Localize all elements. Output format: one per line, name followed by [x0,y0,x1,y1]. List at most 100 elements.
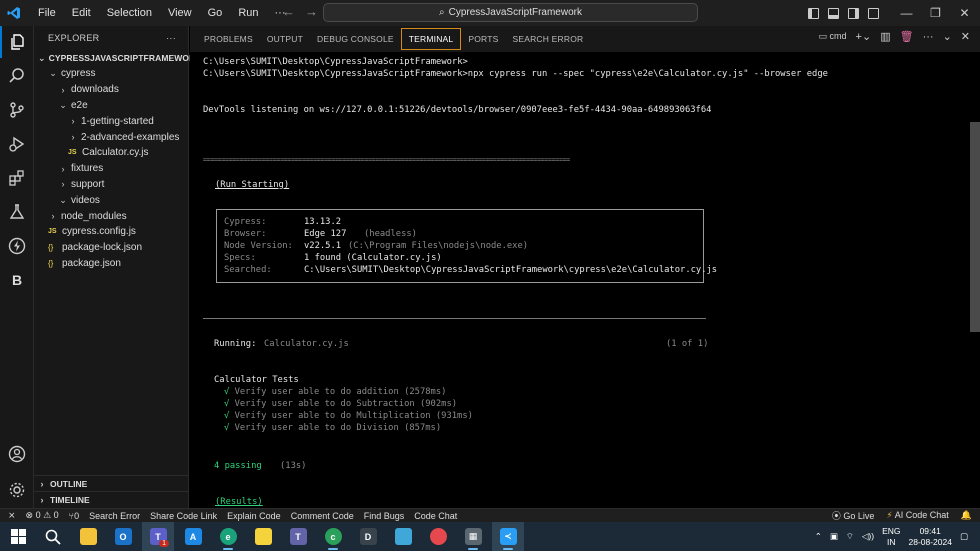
customize-layout-icon[interactable] [868,7,879,19]
chevron-up-icon[interactable]: ⌃ [815,531,822,542]
folder-item[interactable]: › 1-getting-started [34,113,189,129]
source-control-icon[interactable] [0,94,34,126]
menu-run[interactable]: Run [230,7,266,19]
postman-icon[interactable] [422,522,454,551]
teams-icon[interactable]: T1 [142,522,174,551]
minimize-icon[interactable]: — [892,6,921,20]
file-item[interactable]: JS Calculator.cy.js [34,145,189,161]
tab-debug-console[interactable]: DEBUG CONSOLE [310,28,401,50]
toggle-sidebar-icon[interactable] [808,7,819,19]
notification-center-icon[interactable]: ▢ [960,531,968,542]
problems-status[interactable]: ⊗ 0 ⚠ 0 [21,510,64,521]
folder-item[interactable]: ⌄ e2e [34,97,189,113]
status-code-chat[interactable]: Code Chat [409,511,462,521]
testing-icon[interactable] [0,196,34,228]
terminal-output[interactable]: C:\Users\SUMIT\Desktop\CypressJavaScript… [190,52,970,508]
status-share-code-link[interactable]: Share Code Link [145,511,222,521]
folder-item[interactable]: › downloads [34,82,189,98]
timeline-section[interactable]: › TIMELINE [34,491,189,507]
menu-edit[interactable]: Edit [64,7,99,19]
folder-item[interactable]: › node_modules [34,208,189,224]
extensions-icon[interactable] [0,162,34,194]
vscode-taskbar-icon[interactable]: ≺ [492,522,524,551]
language-indicator[interactable]: ENG IN [882,526,900,548]
chevron-right-icon: › [71,116,75,127]
chevron-down-icon[interactable]: ⌄ [943,30,952,43]
toggle-secondary-sidebar-icon[interactable] [848,7,859,19]
lightning-icon[interactable] [0,230,34,262]
folder-item[interactable]: › fixtures [34,161,189,177]
settings-icon[interactable] [0,474,34,506]
split-terminal-icon[interactable]: ▥ [880,30,890,43]
folder-item[interactable]: ⌄ cypress [34,66,189,82]
explorer-icon[interactable] [0,26,34,58]
menu-selection[interactable]: Selection [99,7,160,19]
forward-arrow-icon[interactable]: → [305,4,318,19]
search-icon[interactable] [0,60,34,92]
remote-icon[interactable]: ⨯ [0,510,21,521]
azure-data-studio-icon[interactable]: A [177,522,209,551]
taskbar-search-icon[interactable] [37,522,69,551]
terminal-icon: ▭ [818,31,828,41]
restore-icon[interactable]: ❐ [921,6,950,20]
run-debug-icon[interactable] [0,128,34,160]
menu-file[interactable]: File [30,7,64,19]
tab-ports[interactable]: PORTS [461,28,505,50]
status-explain-code[interactable]: Explain Code [222,511,286,521]
terminal-shell-selector[interactable]: ▭ cmd [819,31,847,42]
status-find-bugs[interactable]: Find Bugs [359,511,410,521]
command-center-search[interactable]: ⌕ CypressJavaScriptFramework [323,3,698,22]
outlook-icon[interactable]: O [107,522,139,551]
folder-item[interactable]: › 2-advanced-examples [34,129,189,145]
menu-go[interactable]: Go [200,7,231,19]
kill-terminal-icon[interactable]: 🗑 [900,30,914,43]
b-icon[interactable]: B [0,264,34,296]
tab-search-error[interactable]: SEARCH ERROR [505,28,590,50]
status-comment-code[interactable]: Comment Code [286,511,359,521]
clock[interactable]: 09:41 28-08-2024 [908,526,951,548]
tab-problems[interactable]: PROBLEMS [197,28,260,50]
calculator-icon[interactable]: ▦ [457,522,489,551]
outline-section[interactable]: › OUTLINE [34,475,189,491]
status-search-error[interactable]: Search Error [84,511,145,521]
tab-output[interactable]: OUTPUT [260,28,310,50]
go-live-button[interactable]: ⦿ Go Live [832,509,875,522]
back-arrow-icon[interactable]: ← [282,4,295,19]
close-panel-icon[interactable]: ✕ [961,30,970,43]
ai-code-chat-button[interactable]: ⚡ AI Code Chat [886,510,948,521]
vscode-logo-icon[interactable] [2,0,26,26]
tab-terminal[interactable]: TERMINAL [400,28,462,50]
windows-start-icon[interactable] [2,522,34,551]
test-result-2: √ Verify user able to do Subtraction (90… [224,399,458,409]
json-file-icon: {} [48,258,54,268]
chevron-down-icon: ⌄ [49,68,57,79]
folder-item[interactable]: ⌄ videos [34,192,189,208]
ports-status[interactable]: ⑂0 [64,511,84,521]
close-window-icon[interactable]: ✕ [950,6,979,20]
network-icon[interactable]: ▣ [830,531,838,542]
account-icon[interactable] [0,438,34,470]
project-root[interactable]: ⌄ CYPRESSJAVASCRIPTFRAMEWORK [34,50,201,66]
toggle-panel-icon[interactable] [828,7,839,19]
wifi-icon[interactable]: ⌔ [846,531,854,542]
folder-item[interactable]: › support [34,176,189,192]
new-terminal-icon[interactable]: +⌄ [856,30,872,43]
sticky-notes-icon[interactable] [247,522,279,551]
teams-alt-icon[interactable]: T [282,522,314,551]
terminal-panel: PROBLEMS OUTPUT DEBUG CONSOLE TERMINAL P… [190,26,980,508]
volume-icon[interactable]: ◁)) [862,531,874,542]
more-actions-icon[interactable]: ··· [923,31,934,43]
search-icon: ⌕ [439,7,445,18]
app-icon[interactable] [387,522,419,551]
edge-browser-icon[interactable]: e [212,522,244,551]
chrome-icon[interactable]: c [317,522,349,551]
notifications-icon[interactable]: 🔔 [961,510,972,521]
explorer-more-icon[interactable]: ··· [166,33,176,43]
menu-view[interactable]: View [160,7,200,19]
file-item[interactable]: {} package.json [34,255,189,271]
file-item[interactable]: JS cypress.config.js [34,224,189,240]
file-explorer-icon[interactable] [72,522,104,551]
terminal-scrollbar[interactable] [970,122,980,332]
file-item[interactable]: {} package-lock.json [34,240,189,256]
dbeaver-icon[interactable]: D [352,522,384,551]
